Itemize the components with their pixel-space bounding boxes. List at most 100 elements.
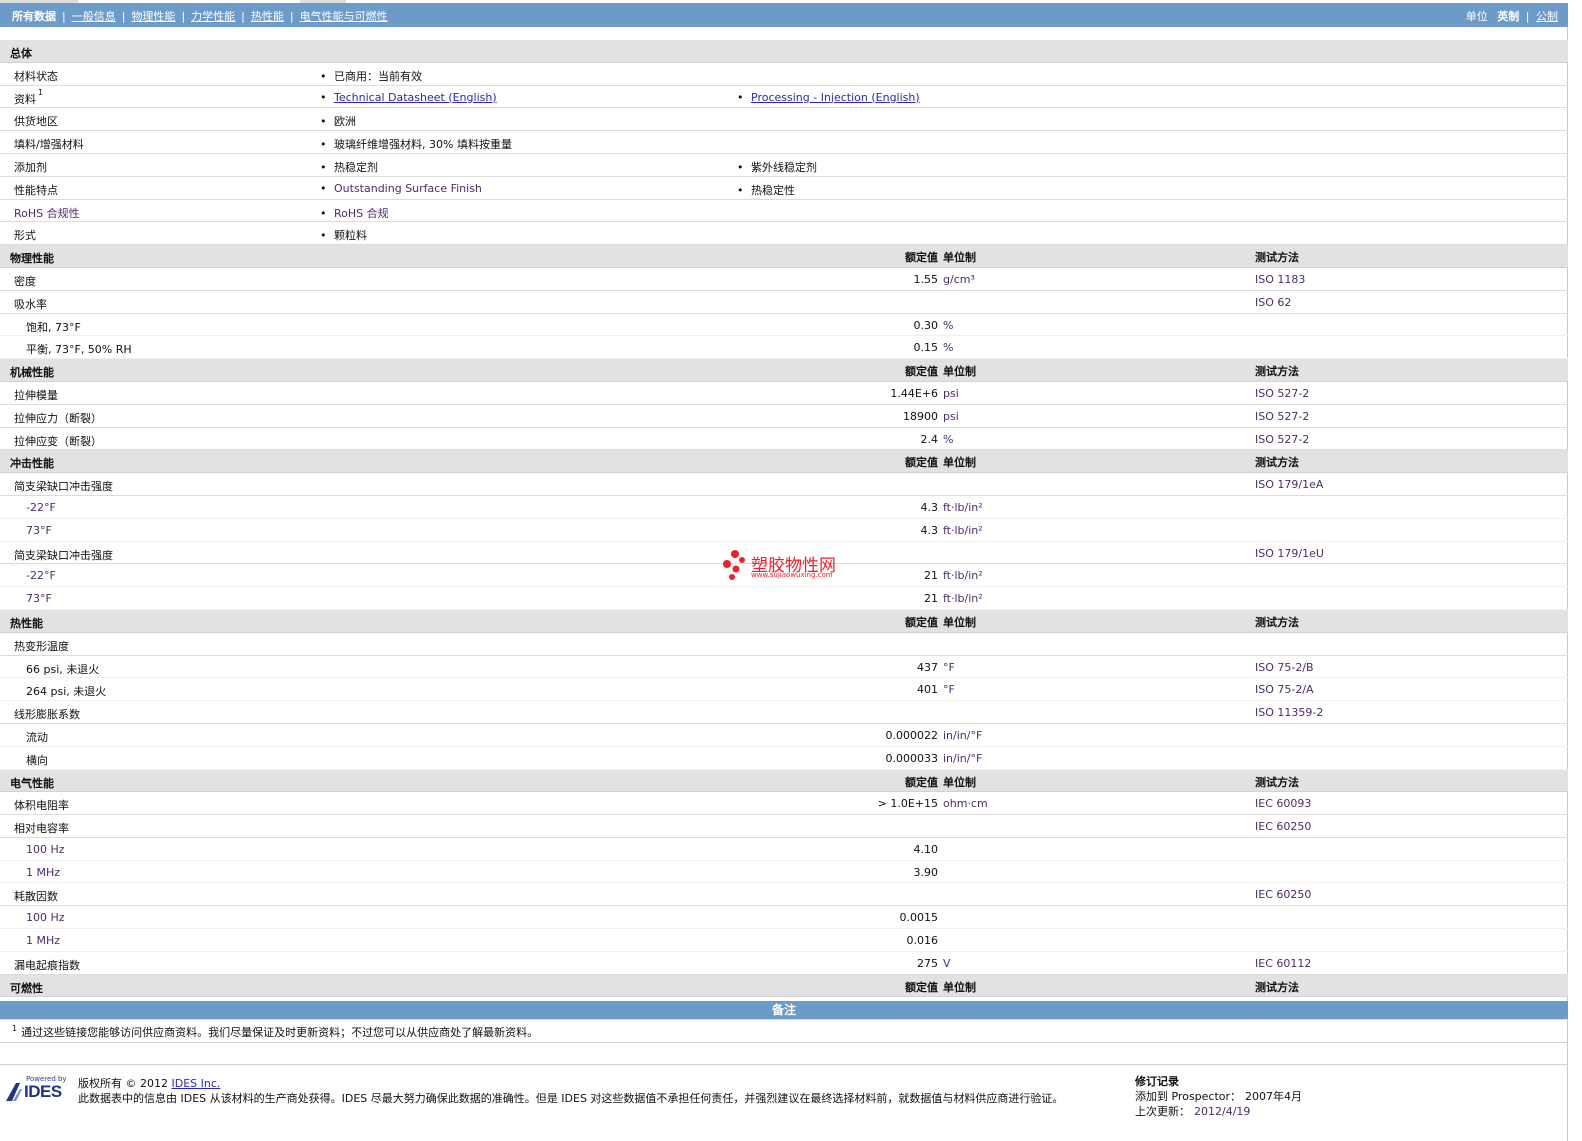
property-label: 拉伸模量 bbox=[14, 387, 58, 403]
property-value: 4.3 bbox=[920, 500, 939, 514]
value-item: • 玻璃纤维增强材料, 30% 填料按重量 bbox=[320, 136, 512, 152]
property-label-text: 73°F bbox=[26, 523, 52, 537]
property-row: 100 Hz 4.10 bbox=[0, 838, 1568, 861]
column-header-test: 测试方法 bbox=[1255, 251, 1299, 265]
value-text: 紫外线稳定剂 bbox=[751, 160, 817, 174]
property-label-text: 264 psi, 未退火 bbox=[26, 685, 107, 699]
watermark-logo: 塑胶物性网 www.sujiaowuxing.com bbox=[722, 549, 852, 581]
property-unit: % bbox=[943, 341, 954, 355]
property-unit: psi bbox=[943, 409, 959, 423]
nav-thermal[interactable]: 热性能 bbox=[251, 10, 284, 23]
bullet-icon: • bbox=[320, 138, 327, 152]
unit-switcher: 单位 英制 | 公制 bbox=[1465, 10, 1558, 23]
property-row: 66 psi, 未退火 437 °F ISO 75-2/B bbox=[0, 656, 1568, 679]
value-item: • Outstanding Surface Finish bbox=[320, 182, 482, 195]
property-label: 66 psi, 未退火 bbox=[26, 661, 99, 677]
property-unit: in/in/°F bbox=[943, 751, 983, 765]
property-row: 流动 0.000022 in/in/°F bbox=[0, 724, 1568, 747]
property-label-text: 100 Hz bbox=[26, 911, 65, 925]
updated-label: 上次更新： bbox=[1135, 1105, 1190, 1118]
property-row: 拉伸应力（断裂） 18900 psi ISO 527-2 bbox=[0, 405, 1568, 428]
value-text: Outstanding Surface Finish bbox=[334, 181, 482, 195]
copyright-block: 版权所有 © 2012 IDES Inc. 此数据表中的信息由 IDES 从该材… bbox=[78, 1076, 1063, 1106]
test-method: IEC 60112 bbox=[1255, 956, 1312, 970]
property-label: 简支梁缺口冲击强度 bbox=[14, 547, 113, 563]
property-row: 漏电起痕指数 275 V IEC 60112 bbox=[0, 952, 1568, 975]
section-title: 总体 bbox=[10, 47, 32, 60]
property-label-text: 线形膨胀系数 bbox=[14, 708, 80, 722]
updated-value: 2012/4/19 bbox=[1194, 1105, 1251, 1118]
property-label-text: 漏电起痕指数 bbox=[14, 958, 80, 972]
property-label-text: 拉伸模量 bbox=[14, 388, 58, 402]
property-value: 0.15 bbox=[913, 341, 939, 355]
property-value: 401 bbox=[917, 683, 938, 697]
property-label: 资料 bbox=[14, 92, 36, 106]
property-row: 拉伸模量 1.44E+6 psi ISO 527-2 bbox=[0, 382, 1568, 405]
test-method: ISO 75-2/A bbox=[1255, 683, 1314, 697]
column-header-value: 额定值 bbox=[905, 980, 938, 994]
general-row: RoHS 合规性 • RoHS 合规 bbox=[0, 200, 1568, 223]
bullet-icon: • bbox=[320, 229, 327, 243]
nav-mechanical[interactable]: 力学性能 bbox=[191, 10, 235, 23]
property-label-wrap: 资料1 bbox=[14, 87, 44, 107]
section-title: 电气性能 bbox=[10, 776, 54, 790]
value-item: • Processing - Injection (English) bbox=[737, 91, 920, 104]
property-value: 0.0015 bbox=[899, 911, 939, 925]
column-header-test: 测试方法 bbox=[1255, 980, 1299, 994]
property-row: 体积电阻率 > 1.0E+15 ohm·cm IEC 60093 bbox=[0, 792, 1568, 816]
property-row: 线形膨胀系数 ISO 11359-2 bbox=[0, 701, 1568, 724]
general-row: 填料/增强材料 • 玻璃纤维增强材料, 30% 填料按重量 bbox=[0, 131, 1568, 154]
unit-imperial[interactable]: 英制 bbox=[1497, 10, 1519, 23]
test-method: ISO 1183 bbox=[1255, 272, 1306, 286]
property-label: 密度 bbox=[14, 273, 36, 289]
nav-all-data[interactable]: 所有数据 bbox=[12, 8, 56, 24]
value-text: 欧洲 bbox=[334, 115, 356, 129]
added-label: 添加到 Prospector： bbox=[1135, 1090, 1242, 1103]
datasheet-link[interactable]: Processing - Injection (English) bbox=[751, 91, 920, 104]
test-method: ISO 527-2 bbox=[1255, 432, 1310, 446]
section-nav: 所有数据 | 一般信息 | 物理性能 | 力学性能 | 热性能 | 电气性能与可燃性 bbox=[12, 8, 388, 24]
property-label-text: 横向 bbox=[26, 753, 48, 767]
property-label: -22°F bbox=[26, 569, 56, 582]
footnote: 1 通过这些链接您能够访问供应商资料。我们尽量保证及时更新资料；不过您可以从供应商… bbox=[12, 1024, 538, 1040]
property-unit: °F bbox=[943, 660, 955, 674]
property-label: -22°F bbox=[26, 501, 56, 514]
test-method: IEC 60093 bbox=[1255, 797, 1312, 811]
column-header-test: 测试方法 bbox=[1255, 365, 1299, 379]
column-header-value: 额定值 bbox=[905, 365, 938, 379]
divider bbox=[0, 1042, 1568, 1043]
property-row: 73°F 21 ft·lb/in² bbox=[0, 587, 1568, 610]
test-method: IEC 60250 bbox=[1255, 888, 1312, 902]
property-label-text: 吸水率 bbox=[14, 297, 47, 311]
property-value: 0.000033 bbox=[885, 751, 939, 765]
nav-electrical-flammability[interactable]: 电气性能与可燃性 bbox=[300, 10, 388, 23]
test-method: ISO 179/1eU bbox=[1255, 546, 1324, 560]
top-nav-bar: 所有数据 | 一般信息 | 物理性能 | 力学性能 | 热性能 | 电气性能与可燃性 单位 英制 |… bbox=[0, 3, 1568, 27]
bullet-icon: • bbox=[737, 90, 744, 104]
property-label: 相对电容率 bbox=[14, 820, 69, 836]
property-label: 填料/增强材料 bbox=[14, 138, 84, 152]
property-unit: % bbox=[943, 318, 954, 332]
property-row: 饱和, 73°F 0.30% bbox=[0, 314, 1568, 337]
nav-general-info[interactable]: 一般信息 bbox=[72, 10, 116, 23]
property-label: 漏电起痕指数 bbox=[14, 957, 80, 973]
footnote-ref: 1 bbox=[38, 87, 44, 97]
nav-physical[interactable]: 物理性能 bbox=[131, 10, 175, 23]
general-row: 添加剂 • 热稳定剂 • 紫外线稳定剂 bbox=[0, 154, 1568, 177]
unit-metric[interactable]: 公制 bbox=[1536, 10, 1558, 23]
value-text: 热稳定剂 bbox=[334, 160, 378, 174]
property-value: 437 bbox=[917, 660, 938, 674]
column-header-unit: 单位制 bbox=[943, 615, 976, 629]
property-value: 0.000022 bbox=[885, 728, 939, 742]
watermark-url: www.sujiaowuxing.com bbox=[751, 571, 833, 579]
footnote-marker: 1 bbox=[12, 1024, 18, 1033]
value-text: 已商用：当前有效 bbox=[334, 69, 422, 83]
property-label-text: 66 psi, 未退火 bbox=[26, 662, 100, 676]
ides-link[interactable]: IDES Inc. bbox=[172, 1077, 221, 1090]
datasheet-link[interactable]: Technical Datasheet (English) bbox=[334, 91, 497, 104]
scrollbar-track[interactable] bbox=[1568, 0, 1582, 1141]
section-header: 电气性能 额定值 单位制 测试方法 bbox=[0, 769, 1568, 793]
property-row: -22°F 4.3 ft·lb/in² bbox=[0, 496, 1568, 519]
property-row: 密度 1.55 g/cm³ ISO 1183 bbox=[0, 268, 1568, 291]
general-row: 供货地区 • 欧洲 bbox=[0, 108, 1568, 132]
